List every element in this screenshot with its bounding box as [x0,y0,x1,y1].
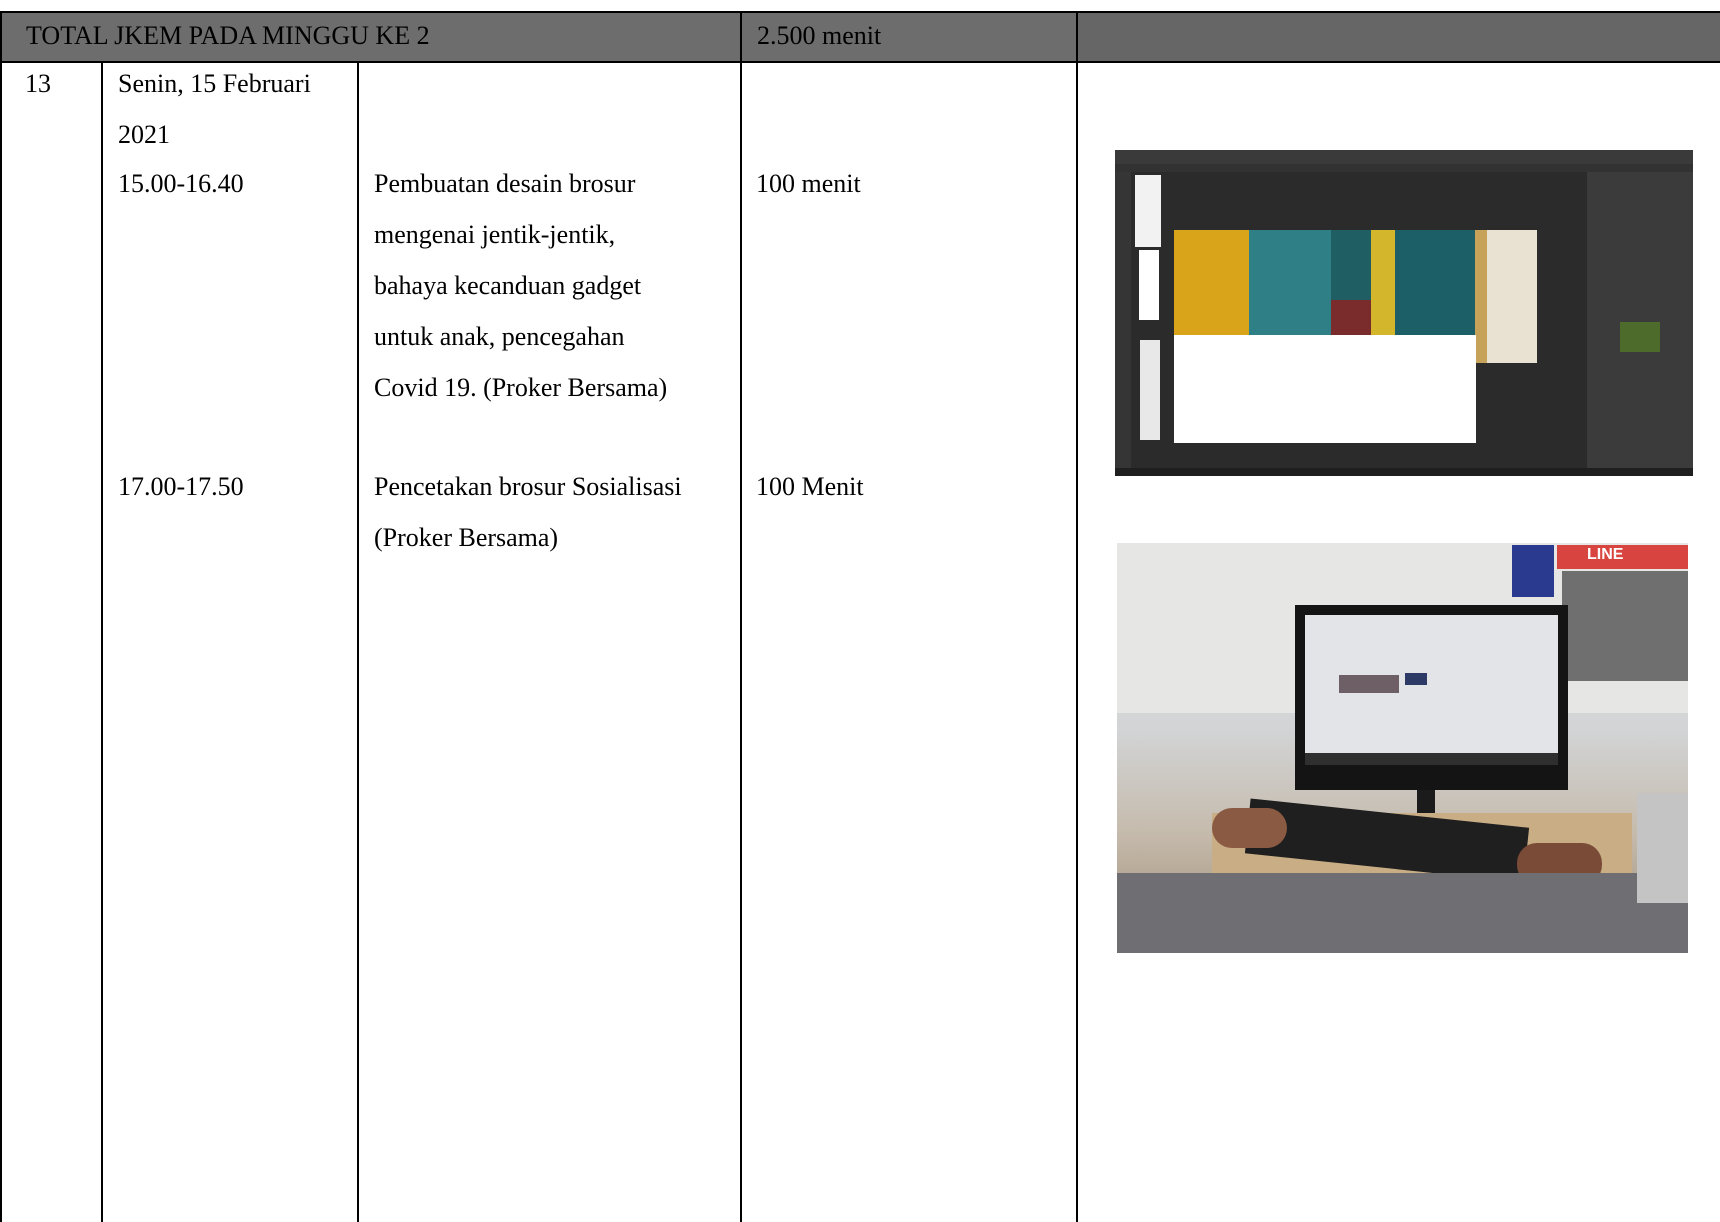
photo-sign-text: LINE [1587,546,1624,563]
screenshot-menubar [1115,150,1693,164]
total-label: TOTAL JKEM PADA MINGGU KE 2 [26,21,430,50]
screenshot-brochure-panel [1487,230,1537,363]
activity-description-line: Pencetakan brosur Sosialisasi [374,472,682,501]
activity-description-line: untuk anak, pencegahan [374,322,625,351]
screenshot-toolbar [1115,164,1693,172]
activity-time: 15.00-16.40 [118,169,244,198]
header-empty-cell [1076,11,1720,63]
screenshot-artboard [1174,335,1476,443]
photo-screen-taskbar [1305,753,1558,765]
activity-description-line: Covid 19. (Proker Bersama) [374,373,668,402]
activity-duration: 100 menit [756,169,861,198]
screenshot-toolbox [1115,172,1131,468]
photo-sign: LINE [1557,545,1688,569]
screenshot-thumb-page [1140,340,1160,440]
column-divider-duration [740,63,742,1222]
entry-number: 13 [25,69,51,98]
computer-work-photo: LINE [1117,543,1688,953]
total-value: 2.500 menit [757,21,882,50]
column-divider-activity [357,63,359,1222]
photo-sleeve [1117,873,1688,953]
photo-poster [1512,545,1554,597]
table-border-left [0,63,2,1222]
photo-side-object [1637,793,1688,903]
photo-wall-board [1562,571,1688,681]
screenshot-taskbar [1115,468,1693,476]
total-label-cell: TOTAL JKEM PADA MINGGU KE 2 [0,11,740,63]
screenshot-panels [1587,172,1693,468]
activity-duration: 100 Menit [756,472,864,501]
activity-description-line: bahaya kecanduan gadget [374,271,642,300]
screenshot-thumb-page [1135,175,1161,247]
activity-description-line: mengenai jentik-jentik, [374,220,616,249]
photo-screen-content [1405,673,1427,685]
screenshot-swatch [1620,322,1660,352]
entry-date-line1: Senin, 15 Februari [118,69,311,98]
column-divider-date [101,63,103,1222]
column-divider-documentation [1076,63,1078,1222]
screenshot-thumb-page [1139,250,1159,320]
activity-description-line: Pembuatan desain brosur [374,169,636,198]
screenshot-brochure-panel [1331,230,1371,300]
total-value-cell: 2.500 menit [740,11,1076,63]
activity-time: 17.00-17.50 [118,472,244,501]
entry-date-line2: 2021 [118,120,170,149]
photo-hand [1212,808,1287,848]
activity-description-line: (Proker Bersama) [374,523,559,552]
design-screenshot-image [1115,150,1693,476]
document-page: TOTAL JKEM PADA MINGGU KE 2 2.500 menit … [0,0,1720,1222]
photo-screen-content [1339,675,1399,693]
